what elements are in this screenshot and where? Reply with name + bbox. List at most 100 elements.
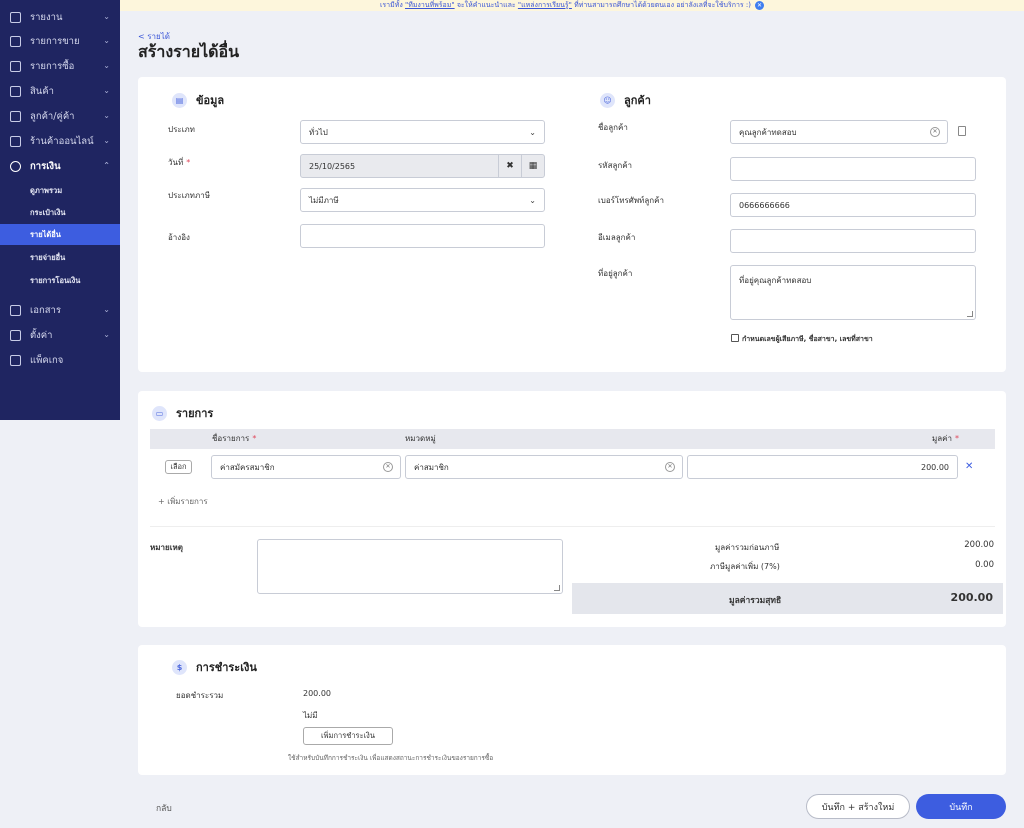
sidebar-sub-other-expense[interactable]: รายจ่ายอื่น: [0, 247, 120, 268]
sidebar-item-purchases[interactable]: รายการซื้อ ⌄: [0, 54, 120, 78]
tax-type-select[interactable]: ไม่มีภาษี ⌄: [300, 188, 545, 212]
customer-name-value: คุณลูกค้าทดสอบ: [739, 127, 797, 137]
clear-date-icon[interactable]: ✖: [498, 155, 521, 177]
type-label: ประเภท: [168, 125, 195, 134]
shop-icon: [10, 135, 21, 147]
subtotal-label: มูลค่ารวมก่อนภาษี: [715, 543, 780, 552]
save-and-new-button[interactable]: บันทึก + สร้างใหม่: [806, 794, 910, 819]
items-section-title: ▭ รายการ: [152, 404, 213, 422]
type-select[interactable]: ทั่วไป ⌄: [300, 120, 545, 144]
select-item-button[interactable]: เลือก: [165, 460, 192, 474]
user-icon: ☺: [600, 92, 615, 108]
clear-icon[interactable]: ✕: [665, 462, 675, 472]
customer-phone-input[interactable]: 0666666666: [730, 193, 976, 217]
sidebar-item-package[interactable]: แพ็คเกจ: [0, 348, 120, 372]
sidebar-item-label: สินค้า: [30, 85, 54, 97]
close-icon[interactable]: ✕: [754, 0, 764, 10]
banner-link-team[interactable]: "ทีมงานที่พร้อม": [405, 1, 455, 9]
banner-link-learning[interactable]: "แหล่งการเรียนรู้": [518, 1, 572, 9]
banner-text-mid: จะให้คำแนะนำและ: [454, 1, 518, 9]
users-icon: [10, 110, 21, 122]
sidebar-item-label: การเงิน: [30, 160, 61, 172]
customer-address-value: ที่อยู่คุณลูกค้าทดสอบ: [739, 276, 812, 285]
chevron-down-icon: ⌄: [103, 86, 110, 95]
sidebar-sub-overview[interactable]: ดูภาพรวม: [0, 180, 120, 201]
add-payment-button[interactable]: เพิ่มการชำระเงิน: [303, 727, 393, 745]
sidebar-item-label: ลูกค้า/คู่ค้า: [30, 110, 75, 122]
sidebar-item-label: รายงาน: [30, 11, 63, 23]
document-icon: [10, 304, 21, 316]
clear-icon[interactable]: ✕: [930, 127, 940, 137]
tax-info-checkbox-label: กำหนดเลขผู้เสียภาษี, ชื่อสาขา, เลขที่สาข…: [742, 335, 873, 343]
sidebar-item-settings[interactable]: ตั้งค่า ⌄: [0, 323, 120, 347]
item-name-input[interactable]: ค่าสมัครสมาชิก ✕: [211, 455, 401, 479]
chevron-down-icon: ⌄: [103, 61, 110, 70]
contact-book-icon[interactable]: [958, 126, 966, 136]
sidebar-item-label: เอกสาร: [30, 304, 61, 316]
payment-total-label: ยอดชำระรวม: [176, 691, 224, 700]
chevron-down-icon: ⌄: [103, 305, 110, 314]
sidebar-item-products[interactable]: สินค้า ⌄: [0, 79, 120, 103]
payment-hint: ใช้สำหรับบันทึกการชำระเงิน เพื่อแสดงสถาน…: [288, 754, 494, 762]
clipboard-icon: [10, 35, 21, 47]
customer-code-label: รหัสลูกค้า: [598, 161, 633, 170]
total-label: มูลค่ารวมสุทธิ: [729, 596, 782, 606]
reference-input[interactable]: [300, 224, 545, 248]
payment-card: $ การชำระเงิน ยอดชำระรวม 200.00 ไม่มี เพิ…: [138, 645, 1006, 775]
payment-title-text: การชำระเงิน: [196, 661, 257, 674]
customer-name-input[interactable]: คุณลูกค้าทดสอบ ✕: [730, 120, 948, 144]
dollar-icon: $: [172, 659, 187, 675]
items-title-text: รายการ: [176, 407, 214, 420]
save-button[interactable]: บันทึก: [916, 794, 1006, 819]
chevron-down-icon: ⌄: [103, 330, 110, 339]
sidebar-item-contacts[interactable]: ลูกค้า/คู่ค้า ⌄: [0, 104, 120, 128]
sidebar: รายงาน ⌄ รายการขาย ⌄ รายการซื้อ ⌄ สินค้า ⌄ ล…: [0, 0, 120, 420]
customer-code-input[interactable]: [730, 157, 976, 181]
customer-address-textarea[interactable]: ที่อยู่คุณลูกค้าทดสอบ: [730, 265, 976, 320]
total-row: มูลค่ารวมสุทธิ 200.00: [572, 583, 1003, 614]
page-title: สร้างรายได้อื่น: [138, 42, 240, 61]
customer-name-label: ชื่อลูกค้า: [598, 123, 628, 132]
sidebar-item-sales[interactable]: รายการขาย ⌄: [0, 29, 120, 53]
item-value-input[interactable]: 200.00: [687, 455, 958, 479]
item-name-value: ค่าสมัครสมาชิก: [220, 462, 275, 472]
banner-text-pre: เรามีทั้ง: [380, 1, 405, 9]
customer-section-title: ☺ ลูกค้า: [600, 91, 651, 109]
col-name-header: ชื่อรายการ *: [212, 434, 257, 443]
sidebar-item-reports[interactable]: รายงาน ⌄: [0, 5, 120, 29]
date-value: 25/10/2565: [309, 161, 356, 171]
sidebar-sub-wallet[interactable]: กระเป๋าเงิน: [0, 202, 120, 223]
chevron-down-icon: ⌄: [103, 111, 110, 120]
chevron-down-icon: ⌄: [103, 12, 110, 21]
resize-grip-icon[interactable]: [967, 311, 973, 317]
tax-info-checkbox[interactable]: [731, 334, 739, 342]
item-category-value: ค่าสมาชิก: [414, 462, 449, 472]
sidebar-item-label: รายการซื้อ: [30, 60, 75, 72]
calendar-icon[interactable]: ▦: [521, 155, 544, 177]
sidebar-item-online-store[interactable]: ร้านค้าออนไลน์ ⌄: [0, 129, 120, 153]
chevron-down-icon: ⌄: [103, 36, 110, 45]
sidebar-sub-transfers[interactable]: รายการโอนเงิน: [0, 270, 120, 291]
add-item-link[interactable]: + เพิ่มรายการ: [158, 495, 208, 508]
customer-email-input[interactable]: [730, 229, 976, 253]
date-field[interactable]: 25/10/2565 ✖ ▦: [300, 154, 545, 178]
item-category-input[interactable]: ค่าสมาชิก ✕: [405, 455, 683, 479]
store-icon: [10, 60, 21, 72]
col-value-header: มูลค่า *: [931, 434, 959, 443]
remove-row-icon[interactable]: ✕: [965, 461, 973, 472]
note-textarea[interactable]: [257, 539, 563, 594]
vat-label: ภาษีมูลค่าเพิ่ม (7%): [710, 562, 780, 571]
resize-grip-icon[interactable]: [554, 585, 560, 591]
total-value: 200.00: [950, 591, 993, 604]
clear-icon[interactable]: ✕: [383, 462, 393, 472]
sidebar-item-documents[interactable]: เอกสาร ⌄: [0, 298, 120, 322]
gear-icon: [10, 329, 21, 341]
package-icon: [10, 354, 21, 366]
back-button[interactable]: กลับ: [156, 801, 172, 815]
sidebar-item-finance[interactable]: การเงิน ⌃: [0, 154, 120, 178]
payment-total-value: 200.00: [303, 689, 331, 698]
note-label: หมายเหตุ: [150, 543, 183, 552]
chevron-down-icon: ⌄: [103, 136, 110, 145]
box-icon: [10, 85, 21, 97]
sidebar-sub-other-income[interactable]: รายได้อื่น: [0, 224, 120, 245]
